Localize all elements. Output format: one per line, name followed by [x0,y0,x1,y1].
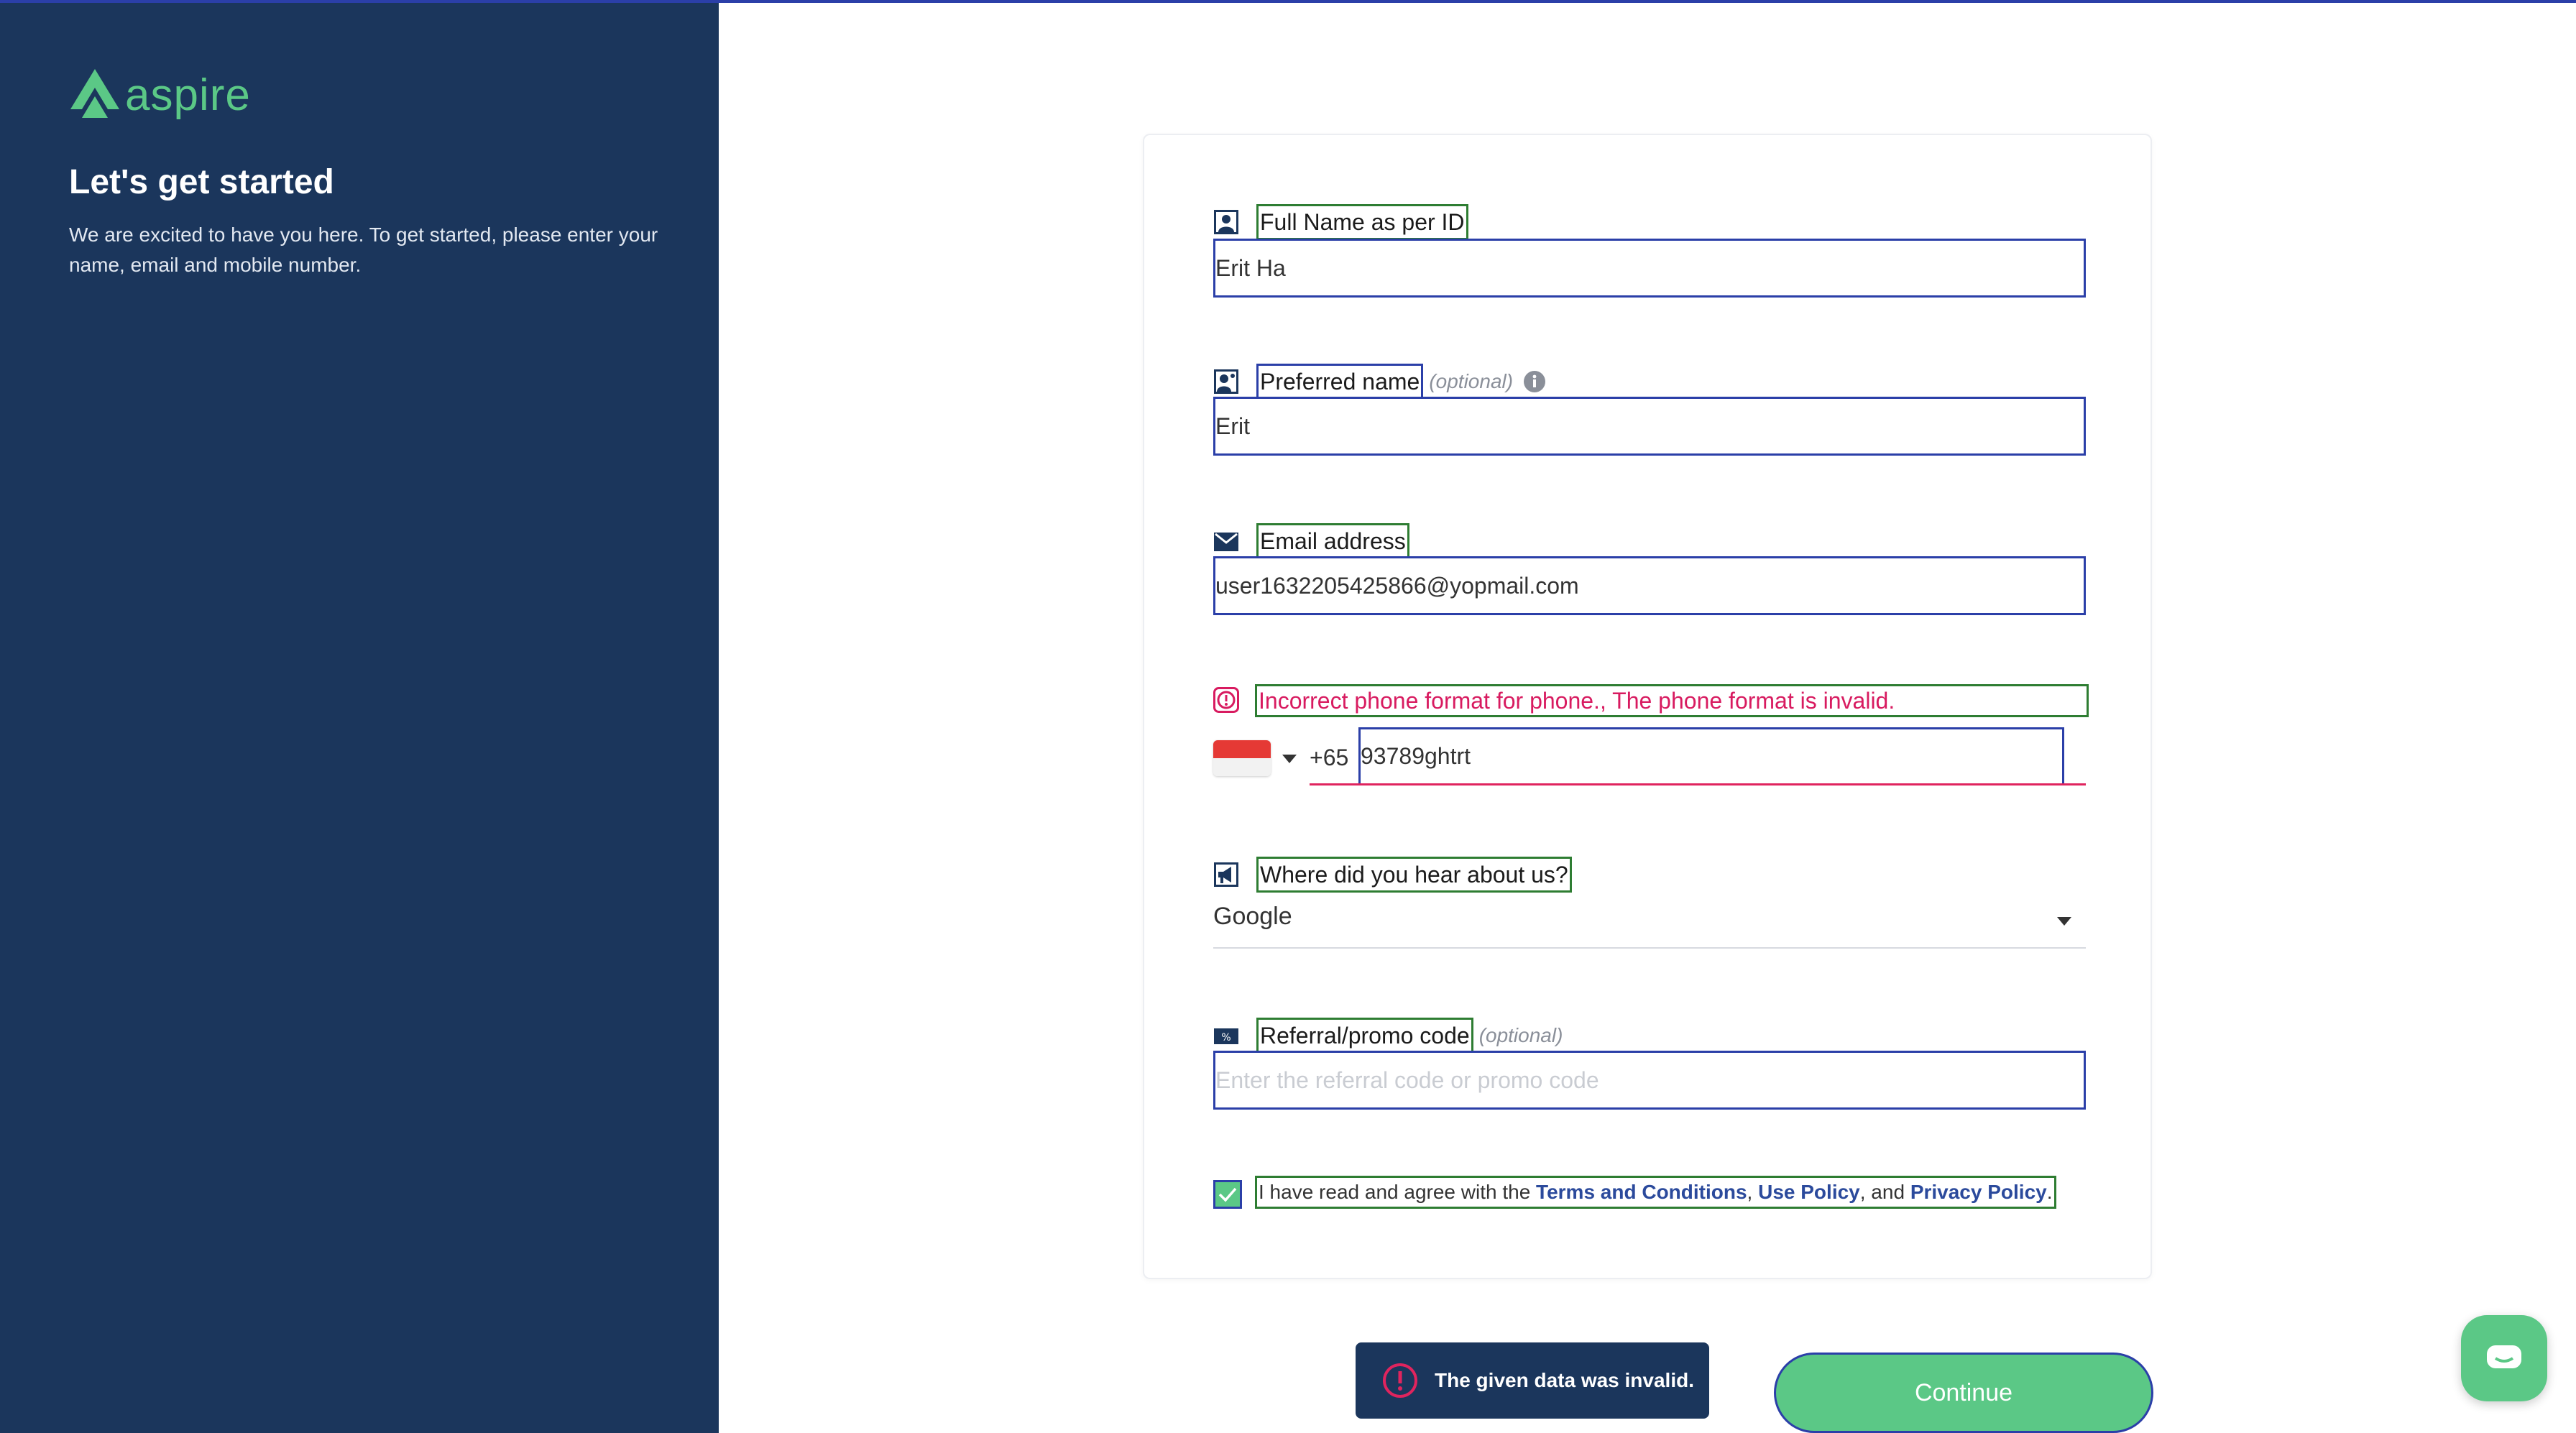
chat-widget-button[interactable] [2461,1315,2547,1401]
continue-button[interactable]: Continue [1774,1353,2153,1433]
megaphone-icon [1214,862,1238,887]
envelope-icon [1214,533,1238,551]
email-input[interactable] [1213,556,2086,615]
logo-text: aspire [125,70,251,120]
source-select-underline [1213,947,2086,949]
optional-tag: (optional) [1429,370,1514,392]
full-name-input[interactable] [1213,239,2086,298]
phone-input[interactable] [1358,727,2064,783]
agreement-prefix: I have read and agree with the [1259,1181,1537,1203]
error-toast: The given data was invalid. [1356,1342,1709,1419]
use-policy-link[interactable]: Use Policy [1758,1181,1860,1203]
privacy-policy-link[interactable]: Privacy Policy [1910,1181,2047,1203]
country-dropdown-chevron-icon[interactable] [1282,755,1297,763]
terms-link[interactable]: Terms and Conditions [1536,1181,1747,1203]
singapore-flag-icon[interactable] [1213,740,1271,776]
preferred-name-label: Preferred name [1256,364,1424,400]
preferred-name-label-row: Preferred name (optional) [1213,364,1546,400]
agreement-checkbox[interactable] [1213,1180,1242,1209]
chat-bubble-icon [2487,1345,2521,1368]
phone-error-message: Incorrect phone format for phone., The p… [1255,684,2089,717]
email-label: Email address [1256,523,1409,559]
toast-message: The given data was invalid. [1435,1369,1694,1391]
svg-text:%: % [1221,1032,1230,1043]
sidebar: aspire Let's get started We are excited … [0,0,719,1433]
agreement-text: I have read and agree with the Terms and… [1255,1176,2056,1209]
email-label-row: Email address [1213,523,1409,559]
phone-error-underline [1310,783,2086,785]
id-card-icon [1214,210,1238,234]
agreement-sep: , and [1859,1181,1910,1203]
info-icon[interactable] [1523,370,1546,393]
checkmark-icon [1218,1187,1237,1202]
source-label: Where did you hear about us? [1256,857,1572,893]
full-name-label: Full Name as per ID [1256,204,1468,240]
dial-code: +65 [1310,745,1349,770]
top-border [0,0,2576,3]
source-select-value[interactable]: Google [1213,903,1292,931]
aspire-logo-icon [70,69,119,118]
error-icon [1213,687,1239,713]
referral-label-row: % Referral/promo code (optional) [1213,1018,1563,1054]
chevron-down-icon[interactable] [2057,917,2071,926]
logo: aspire [69,68,251,122]
agreement-sep: , [1747,1181,1759,1203]
percent-tag-icon: % [1214,1028,1238,1044]
signup-form-card: Full Name as per ID Preferred name (opti… [1143,134,2152,1279]
preferred-name-input[interactable] [1213,397,2086,456]
referral-input[interactable] [1213,1051,2086,1110]
source-label-row: Where did you hear about us? [1213,857,1572,893]
page-title: Let's get started [69,163,334,201]
page-description: We are excited to have you here. To get … [69,224,658,276]
optional-tag: (optional) [1478,1024,1563,1046]
agreement-suffix: . [2046,1181,2053,1203]
referral-label: Referral/promo code [1256,1018,1473,1054]
error-circle-icon [1383,1363,1417,1398]
full-name-label-row: Full Name as per ID [1213,204,1468,240]
user-badge-icon [1214,369,1238,394]
